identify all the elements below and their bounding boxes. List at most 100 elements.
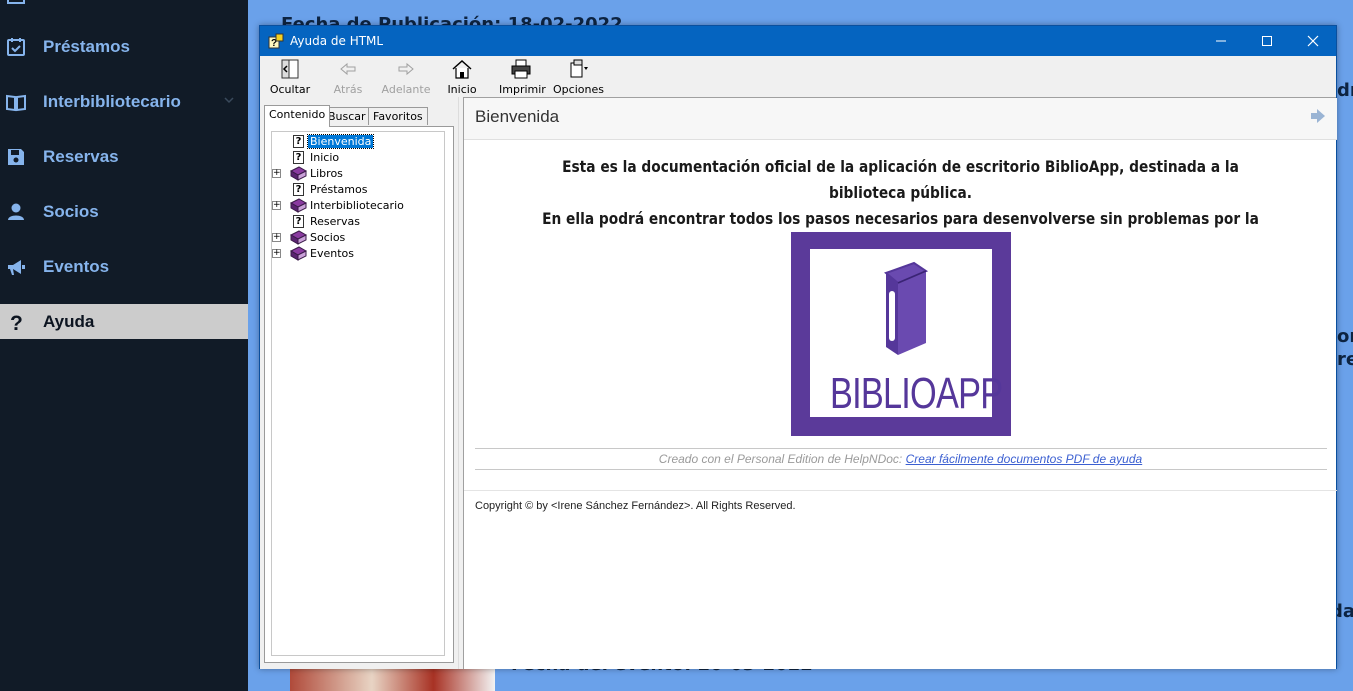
calendar-check-icon	[7, 37, 25, 56]
tree-item-reservas[interactable]: ? Reservas	[272, 214, 442, 229]
sidebar-top-icon	[7, 0, 25, 4]
app-sidebar: Préstamos Interbibliotecario Reservas So…	[0, 0, 248, 691]
close-button[interactable]	[1290, 26, 1336, 56]
helpndoc-note-text: Creado con el Personal Edition de HelpND…	[658, 452, 906, 466]
sidebar-item-interbibliotecario[interactable]: Interbibliotecario	[0, 84, 248, 119]
tree-item-socios[interactable]: + Socios	[272, 230, 442, 245]
tree-item-bienvenida[interactable]: ? Bienvenida	[272, 134, 442, 149]
logo-panel: BIBLIOAPP	[810, 249, 1003, 418]
home-icon	[452, 59, 472, 79]
home-button[interactable]: Inicio	[446, 58, 478, 96]
sidebar-item-label: Ayuda	[43, 311, 95, 331]
footer-divider	[475, 448, 1327, 449]
next-topic-icon[interactable]	[1309, 107, 1327, 125]
help-page-icon: ?	[290, 182, 307, 197]
sidebar-item-eventos[interactable]: Eventos	[0, 249, 248, 284]
help-page-icon: ?	[290, 134, 307, 149]
book-icon	[289, 166, 308, 181]
window-title: Ayuda de HTML	[290, 34, 384, 48]
tree-item-label: Préstamos	[310, 183, 368, 196]
tree-item-eventos[interactable]: + Eventos	[272, 246, 442, 261]
sidebar-item-label: Socios	[43, 201, 99, 221]
copyright-text: Copyright © by <Irene Sánchez Fernández>…	[475, 500, 796, 512]
expand-icon[interactable]: +	[272, 233, 281, 242]
tree-item-libros[interactable]: + Libros	[272, 166, 442, 181]
copyright-divider	[464, 490, 1337, 491]
printer-icon	[511, 59, 531, 79]
svg-text:?: ?	[10, 312, 23, 333]
topic-content-pane: Bienvenida Esta es la documentación ofic…	[463, 97, 1337, 669]
tree-item-inicio[interactable]: ? Inicio	[272, 150, 442, 165]
back-arrow-icon	[340, 62, 356, 76]
intro-line-1: Esta es la documentación oficial de la a…	[562, 157, 1239, 202]
home-label: Inicio	[447, 83, 477, 96]
sidebar-item-socios[interactable]: Socios	[0, 194, 248, 229]
bg-event-image	[290, 668, 495, 691]
contents-tree-panel: ? Bienvenida ? Inicio + Libros ? Préstam…	[264, 126, 454, 663]
hide-button[interactable]: Ocultar	[268, 58, 312, 96]
book-icon	[289, 230, 308, 245]
open-book-icon	[6, 94, 26, 111]
tree-item-label: Bienvenida	[306, 134, 375, 149]
bg-fragment: drá	[1337, 80, 1353, 101]
sidebar-item-label: Reservas	[43, 146, 119, 166]
tree-item-prestamos[interactable]: ? Préstamos	[272, 182, 442, 197]
options-icon	[570, 59, 588, 78]
question-icon: ?	[10, 312, 23, 333]
sidebar-item-label: Préstamos	[43, 36, 130, 56]
forward-arrow-icon	[398, 62, 414, 76]
bg-fragment: on	[1337, 326, 1353, 347]
back-label: Atrás	[333, 83, 363, 96]
expand-icon[interactable]: +	[272, 169, 281, 178]
tree-item-interbibliotecario[interactable]: + Interbibliotecario	[272, 198, 442, 213]
contents-tree[interactable]: ? Bienvenida ? Inicio + Libros ? Préstam…	[271, 131, 445, 656]
tab-contenido[interactable]: Contenido	[264, 105, 331, 127]
book-icon	[289, 246, 308, 261]
book-icon	[289, 198, 308, 213]
close-icon	[1307, 35, 1319, 47]
expand-icon[interactable]: +	[272, 249, 281, 258]
expand-icon[interactable]: +	[272, 201, 281, 210]
help-page-icon: ?	[290, 150, 307, 165]
minimize-button[interactable]	[1198, 26, 1244, 56]
tree-item-label: Socios	[310, 231, 346, 244]
book-logo-icon	[884, 261, 929, 355]
helpndoc-note: Creado con el Personal Edition de HelpND…	[464, 452, 1337, 466]
help-toolbar: Ocultar Atrás Adelante Inicio Imprimir O…	[260, 56, 1336, 96]
tree-item-label: Reservas	[310, 215, 360, 228]
hide-pane-icon	[281, 59, 299, 79]
hide-label: Ocultar	[269, 83, 311, 96]
maximize-button[interactable]	[1244, 26, 1290, 56]
forward-label: Adelante	[381, 83, 431, 96]
title-bar[interactable]: ? Ayuda de HTML	[260, 26, 1336, 56]
tab-favoritos[interactable]: Favoritos	[368, 107, 428, 125]
sidebar-item-label: Eventos	[43, 256, 110, 276]
help-app-icon: ?	[268, 33, 284, 49]
sidebar-item-label: Interbibliotecario	[43, 91, 181, 111]
print-button[interactable]: Imprimir	[499, 58, 546, 96]
bg-fragment: re	[1337, 349, 1353, 370]
back-button[interactable]: Atrás	[326, 58, 370, 96]
tree-item-label: Inicio	[310, 151, 340, 164]
biblioapp-logo: BIBLIOAPP	[791, 232, 1011, 436]
sidebar-item-prestamos[interactable]: Préstamos	[0, 29, 248, 64]
print-label: Imprimir	[499, 83, 546, 96]
helpndoc-link[interactable]: Crear fácilmente documentos PDF de ayuda	[906, 452, 1143, 466]
topic-title: Bienvenida	[475, 107, 560, 126]
sidebar-item-reservas[interactable]: Reservas	[0, 139, 248, 174]
tree-item-label: Libros	[310, 167, 343, 180]
tree-item-label: Eventos	[310, 247, 354, 260]
navigation-pane: Contenido Buscar Favoritos ? Bienvenida …	[260, 97, 458, 669]
tree-item-label: Interbibliotecario	[310, 199, 404, 212]
options-label: Opciones	[553, 83, 604, 96]
floppy-disk-icon	[8, 148, 24, 165]
minimize-icon	[1216, 40, 1226, 42]
chevron-down-icon	[224, 97, 234, 104]
options-button[interactable]: Opciones	[553, 58, 604, 96]
user-icon	[8, 203, 24, 220]
help-page-icon: ?	[290, 214, 307, 229]
maximize-icon	[1262, 36, 1272, 46]
forward-button[interactable]: Adelante	[381, 58, 431, 96]
sidebar-item-ayuda[interactable]: ? Ayuda	[0, 304, 248, 339]
megaphone-icon	[8, 259, 25, 275]
